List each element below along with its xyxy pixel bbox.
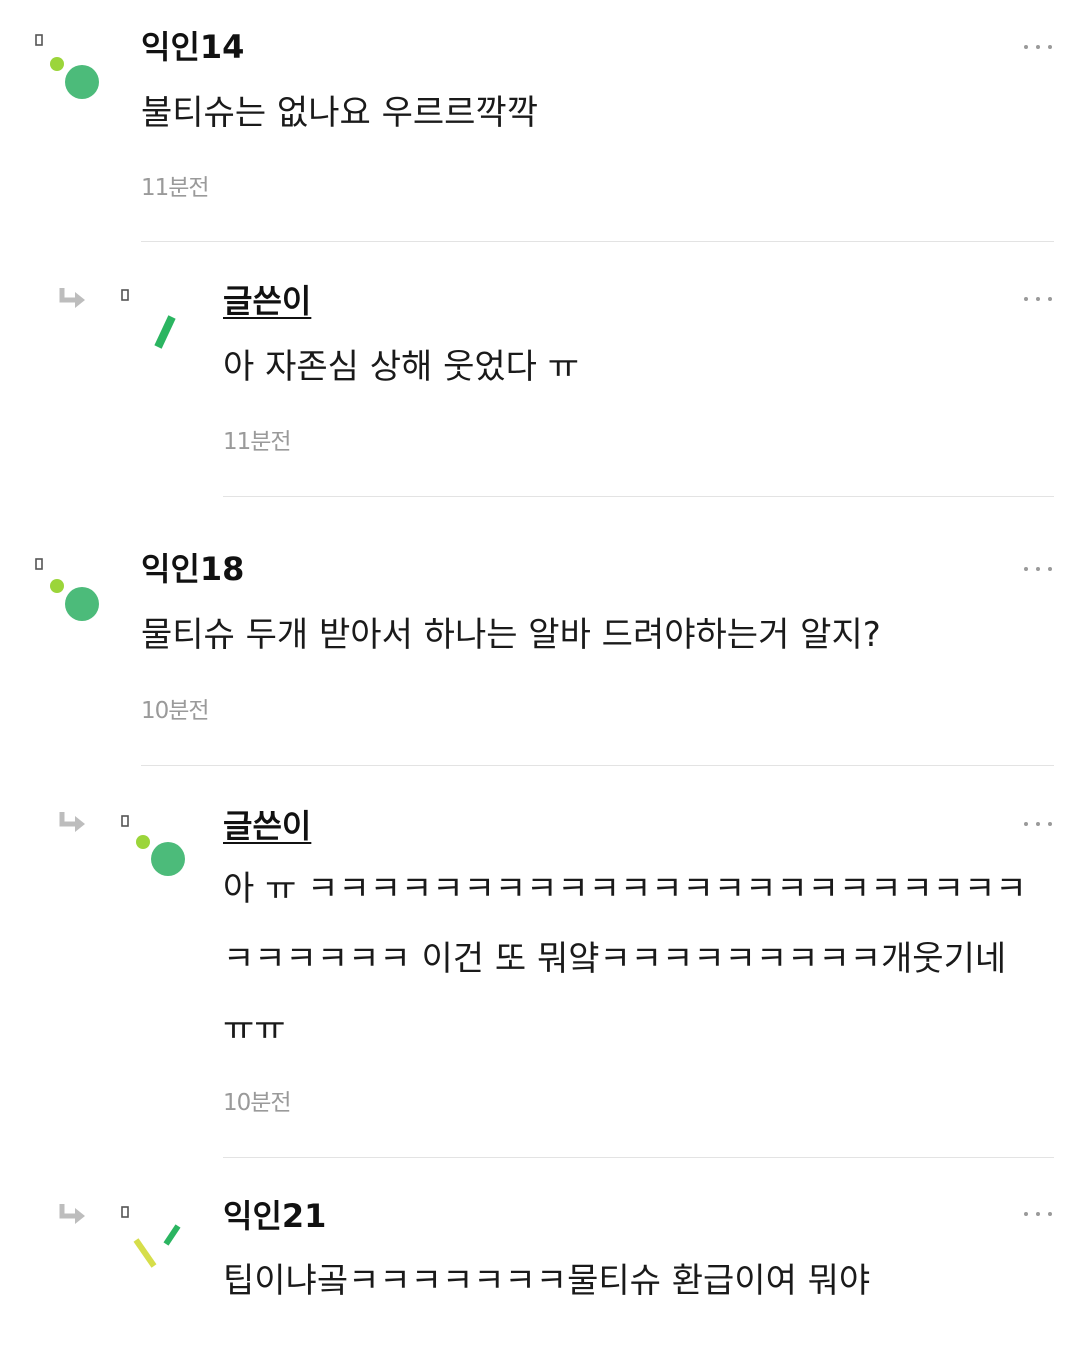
comment-author[interactable]: 글쓴이 bbox=[223, 806, 311, 846]
comment-text: 팁이냐곸ㅋㅋㅋㅋㅋㅋㅋ물티슈 환급이여 뭐야 bbox=[223, 1261, 871, 1301]
comment-item: 익인14 불티슈는 없나요 우르르깍깍 11분전 bbox=[0, 0, 1080, 242]
comment-author[interactable]: 익인14 bbox=[141, 27, 244, 67]
comment-author[interactable]: 익인21 bbox=[223, 1196, 326, 1236]
slash-avatar-icon[interactable] bbox=[120, 287, 190, 357]
reply-item: 글쓴이 아 자존심 상해 웃었다 ㅠ 11분전 bbox=[0, 242, 1080, 497]
dot-circle-avatar-icon[interactable] bbox=[120, 813, 190, 883]
dot-circle-avatar-icon[interactable] bbox=[34, 32, 104, 102]
comment-item: 익인18 물티슈 두개 받아서 하나는 알바 드려야하는거 알지? 10분전 bbox=[0, 496, 1080, 766]
reply-arrow-icon bbox=[58, 810, 88, 838]
comment-time: 10분전 bbox=[141, 698, 210, 724]
comment-time: 10분전 bbox=[223, 1090, 292, 1116]
comment-time: 11분전 bbox=[141, 175, 210, 201]
reply-arrow-icon bbox=[58, 1202, 88, 1230]
more-options-button[interactable] bbox=[1024, 42, 1054, 52]
more-options-button[interactable] bbox=[1024, 1209, 1054, 1219]
comment-author[interactable]: 익인18 bbox=[141, 549, 244, 589]
comment-time: 11분전 bbox=[223, 429, 292, 455]
dot-circle-avatar-icon[interactable] bbox=[34, 556, 104, 626]
reply-item: 글쓴이 아 ㅠ ㅋㅋㅋㅋㅋㅋㅋㅋㅋㅋㅋㅋㅋㅋㅋㅋㅋㅋㅋㅋㅋㅋㅋㅋㅋㅋㅋㅋㅋ 이건… bbox=[0, 766, 1080, 1158]
comment-text: 물티슈 두개 받아서 하나는 알바 드려야하는거 알지? bbox=[141, 615, 881, 655]
reply-item: 익인21 팁이냐곸ㅋㅋㅋㅋㅋㅋㅋ물티슈 환급이여 뭐야 bbox=[0, 1158, 1080, 1347]
comment-text: 아 자존심 상해 웃었다 ㅠ bbox=[223, 347, 580, 387]
comment-author[interactable]: 글쓴이 bbox=[223, 281, 311, 321]
more-options-button[interactable] bbox=[1024, 564, 1054, 574]
double-slash-avatar-icon[interactable] bbox=[120, 1204, 190, 1274]
reply-arrow-icon bbox=[58, 286, 88, 314]
comment-text: 아 ㅠ ㅋㅋㅋㅋㅋㅋㅋㅋㅋㅋㅋㅋㅋㅋㅋㅋㅋㅋㅋㅋㅋㅋㅋㅋㅋㅋㅋㅋㅋ 이건 또 뭐… bbox=[223, 869, 1027, 1049]
comment-text: 불티슈는 없나요 우르르깍깍 bbox=[141, 93, 538, 133]
more-options-button[interactable] bbox=[1024, 819, 1054, 829]
more-options-button[interactable] bbox=[1024, 294, 1054, 304]
